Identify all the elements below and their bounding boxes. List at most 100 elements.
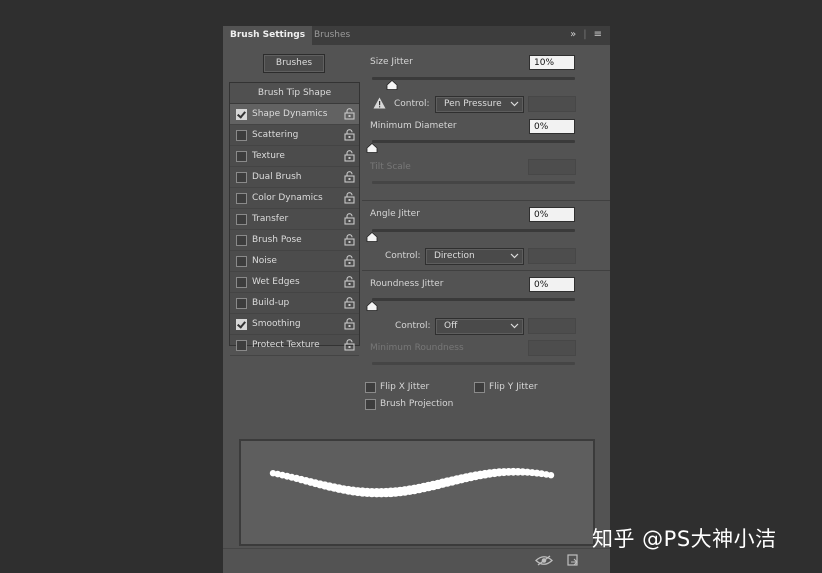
section-divider [362,200,610,201]
brush-stroke-preview [239,439,595,546]
tab-bar: Brush Settings Brushes » | ≡ [223,26,610,45]
size-jitter-input[interactable]: 10% [529,55,575,70]
angle-jitter-input[interactable]: 0% [529,207,575,222]
tab-brush-settings[interactable]: Brush Settings [223,26,313,45]
brush-option-brush-pose[interactable]: Brush Pose [230,230,359,251]
angle-control-field [528,248,576,264]
flip-y-jitter-checkbox[interactable] [474,382,485,393]
tab-divider: | [583,29,587,40]
brush-projection-checkbox[interactable] [365,399,376,410]
size-control-dropdown[interactable]: Pen Pressure [435,96,524,113]
lock-icon[interactable] [344,297,355,309]
chevron-down-icon [510,323,519,329]
brush-settings-panel: Brush Settings Brushes » | ≡ Brushes Brush… [223,26,610,573]
minimum-diameter-input[interactable]: 0% [529,119,575,134]
option-label: Transfer [252,214,289,224]
option-checkbox[interactable] [236,256,247,267]
brush-option-transfer[interactable]: Transfer [230,209,359,230]
option-checkbox[interactable] [236,109,247,120]
option-checkbox[interactable] [236,319,247,330]
hamburger-menu-icon[interactable]: ≡ [594,29,602,40]
roundness-jitter-label: Roundness Jitter [370,279,444,289]
new-preset-icon[interactable] [567,554,579,567]
tilt-scale-label: Tilt Scale [370,162,411,172]
option-checkbox[interactable] [236,298,247,309]
option-label: Brush Pose [252,235,302,245]
brush-projection-label: Brush Projection [380,399,454,409]
lock-icon[interactable] [344,318,355,330]
brush-options-list: Brush Tip Shape Shape Dynamics Scattering… [229,82,360,356]
tab-icons: » | ≡ [563,29,602,40]
lock-icon[interactable] [344,234,355,246]
minimum-roundness-input [528,340,576,356]
option-label: Scattering [252,130,299,140]
option-checkbox[interactable] [236,235,247,246]
option-label: Color Dynamics [252,193,323,203]
lock-icon[interactable] [344,213,355,225]
lock-icon[interactable] [344,129,355,141]
size-control-field [528,96,576,112]
angle-jitter-slider[interactable] [372,229,575,232]
lock-icon[interactable] [344,171,355,183]
brush-option-shape-dynamics[interactable]: Shape Dynamics [230,104,359,125]
angle-control-label: Control: [385,251,421,261]
double-chevron-right-icon[interactable]: » [570,29,576,40]
angle-control-value: Direction [434,251,475,261]
roundness-jitter-input[interactable]: 0% [529,277,575,292]
warning-icon [373,97,386,109]
brush-option-protect-texture[interactable]: Protect Texture [230,335,359,356]
minimum-roundness-slider [372,362,575,365]
brush-option-wet-edges[interactable]: Wet Edges [230,272,359,293]
minimum-diameter-label: Minimum Diameter [370,121,457,131]
bottom-bar [223,548,610,573]
angle-control-dropdown[interactable]: Direction [425,248,524,265]
tilt-scale-input [528,159,576,175]
brush-option-noise[interactable]: Noise [230,251,359,272]
option-checkbox[interactable] [236,277,247,288]
section-divider [362,270,610,271]
option-label: Wet Edges [252,277,300,287]
chevron-down-icon [510,101,519,107]
option-label: Protect Texture [252,340,320,350]
brush-tip-shape-item[interactable]: Brush Tip Shape [230,83,359,104]
lock-icon[interactable] [344,255,355,267]
lock-icon[interactable] [344,339,355,351]
chevron-down-icon [510,253,519,259]
roundness-control-value: Off [444,321,458,331]
size-jitter-slider[interactable] [372,77,575,80]
tab-brushes[interactable]: Brushes [307,26,357,45]
watermark: 知乎 @PS大神小洁 [592,527,777,551]
option-checkbox[interactable] [236,172,247,183]
eye-toggle-icon[interactable] [535,555,553,566]
brush-option-scattering[interactable]: Scattering [230,125,359,146]
option-checkbox[interactable] [236,193,247,204]
minimum-roundness-label: Minimum Roundness [370,343,464,353]
roundness-control-dropdown[interactable]: Off [435,318,524,335]
roundness-control-field [528,318,576,334]
stroke-preview-canvas [269,467,555,498]
brush-option-dual-brush[interactable]: Dual Brush [230,167,359,188]
lock-icon[interactable] [344,192,355,204]
option-label: Noise [252,256,277,266]
brush-option-build-up[interactable]: Build-up [230,293,359,314]
lock-icon[interactable] [344,150,355,162]
option-checkbox[interactable] [236,340,247,351]
option-checkbox[interactable] [236,151,247,162]
stroke-dot [547,472,555,479]
option-label: Smoothing [252,319,301,329]
brush-option-smoothing[interactable]: Smoothing [230,314,359,335]
tilt-scale-slider [372,181,575,184]
angle-jitter-label: Angle Jitter [370,209,420,219]
brush-option-texture[interactable]: Texture [230,146,359,167]
lock-icon[interactable] [344,276,355,288]
option-checkbox[interactable] [236,214,247,225]
flip-x-jitter-checkbox[interactable] [365,382,376,393]
size-control-label: Control: [394,99,430,109]
lock-icon[interactable] [344,108,355,120]
size-jitter-label: Size Jitter [370,57,413,67]
option-checkbox[interactable] [236,130,247,141]
brushes-button[interactable]: Brushes [263,54,325,73]
roundness-jitter-slider[interactable] [372,298,575,301]
minimum-diameter-slider[interactable] [372,140,575,143]
brush-option-color-dynamics[interactable]: Color Dynamics [230,188,359,209]
